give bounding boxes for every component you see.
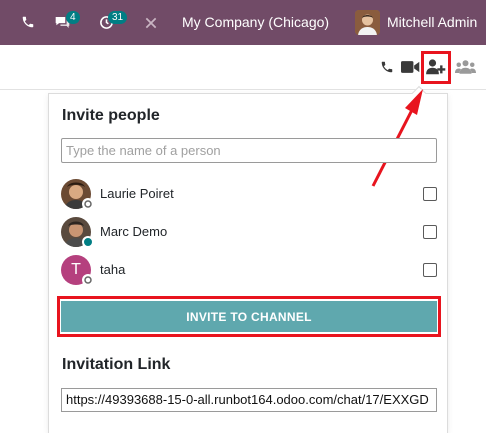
person-row-laurie[interactable]: Laurie Poiret [61,179,441,210]
avatar-initial: T [71,261,81,278]
select-checkbox[interactable] [423,263,437,277]
offline-status-icon [82,274,94,286]
person-row-marc[interactable]: Marc Demo [61,217,441,248]
person-row-taha[interactable]: T taha [61,255,441,286]
select-checkbox[interactable] [423,225,437,239]
online-status-icon [82,236,94,248]
select-checkbox[interactable] [423,187,437,201]
person-name: taha [100,262,126,277]
highlight-invite-button [57,296,441,337]
person-name: Marc Demo [100,224,168,239]
invitation-link-field[interactable]: https://49393688-15-0-all.runbot164.odoo… [61,388,437,412]
person-name: Laurie Poiret [100,186,174,201]
person-search-input[interactable] [61,138,437,163]
invite-title: Invite people [62,107,160,124]
offline-status-icon [82,198,94,210]
invitation-link-title: Invitation Link [62,356,171,373]
